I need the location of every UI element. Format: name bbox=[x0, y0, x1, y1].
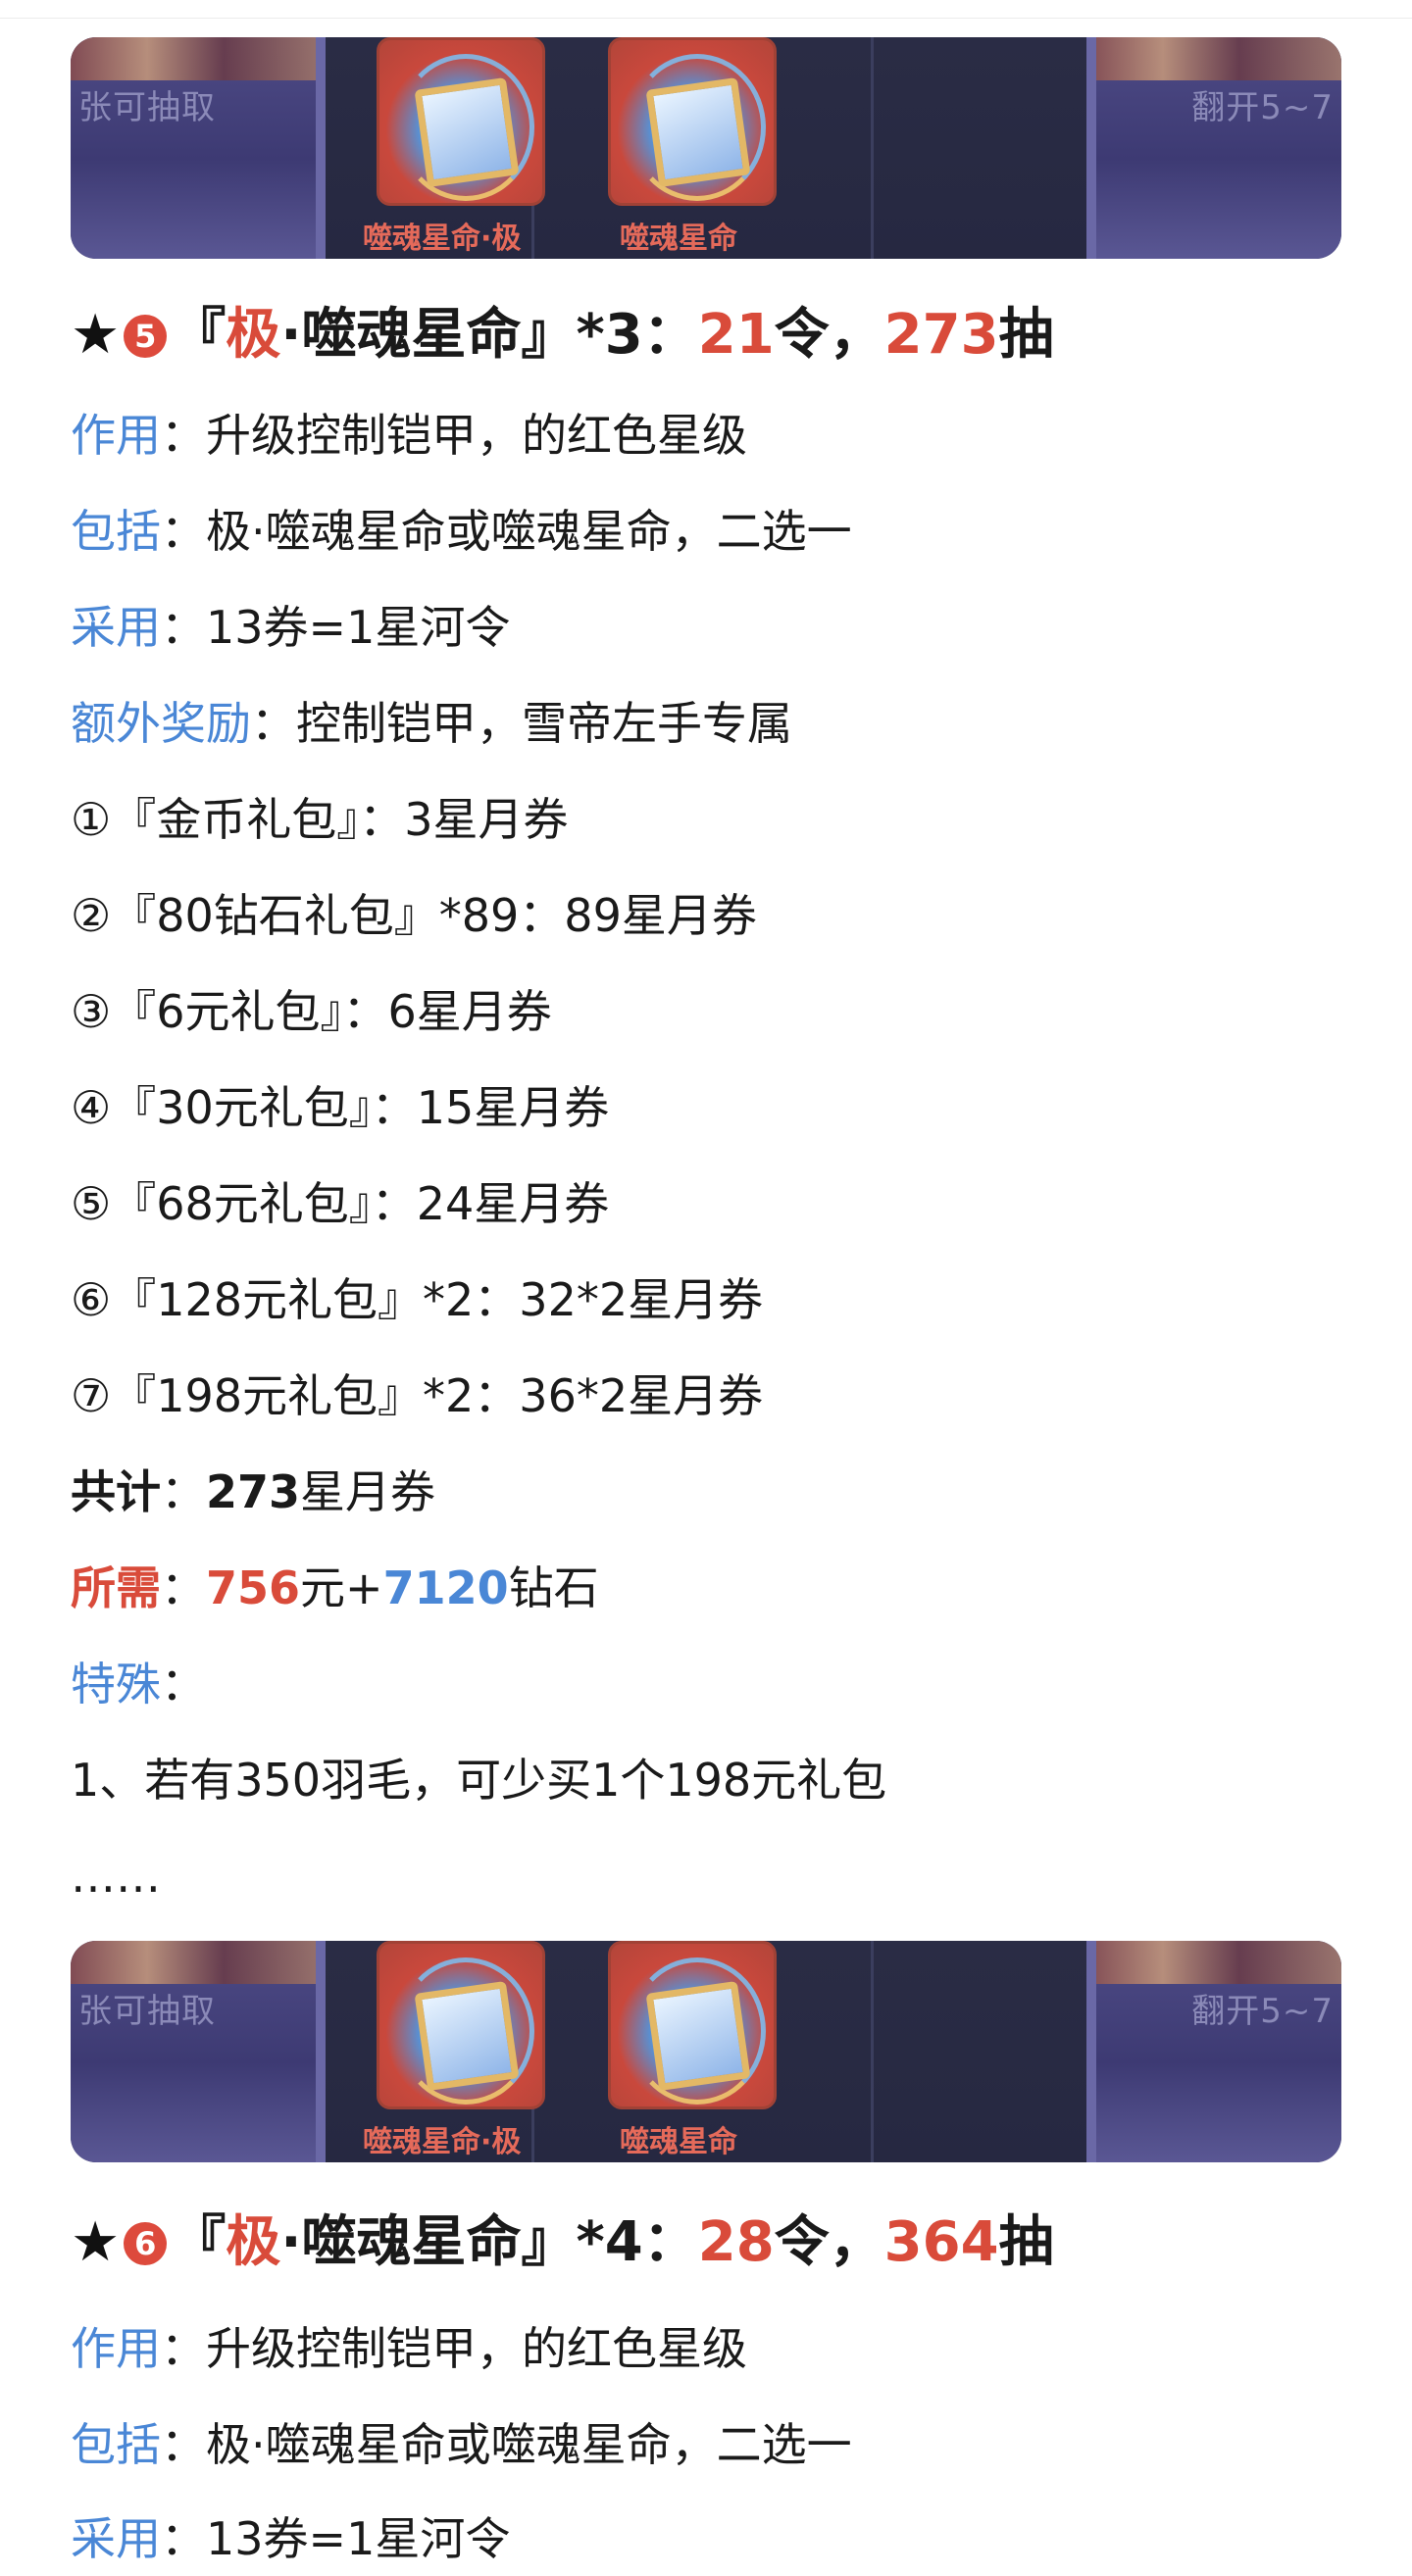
banner-right-caption: 翻开5~7 bbox=[1191, 1992, 1334, 2031]
circled-number-badge: 5 bbox=[124, 315, 168, 358]
effect-line: 作用：升级控制铠甲，的红色星级 bbox=[71, 2319, 747, 2378]
need-label: 所需 bbox=[71, 1561, 161, 1614]
ling-unit: 令， bbox=[774, 303, 884, 367]
card-icon-ji bbox=[377, 37, 545, 206]
effect-text: ：升级控制铠甲，的红色星级 bbox=[161, 2322, 747, 2375]
ling-count: 28 bbox=[697, 2210, 775, 2274]
special-sep: ： bbox=[161, 1658, 206, 1710]
total-value: 273 bbox=[206, 1465, 301, 1518]
include-label: 包括 bbox=[71, 2418, 161, 2471]
bonus-text: ：控制铠甲，雪帝左手专属 bbox=[251, 697, 792, 750]
total-line: 共计：273星月券 bbox=[71, 1462, 435, 1521]
use-line: 采用：13券=1星河令 bbox=[71, 2509, 510, 2568]
card-icon bbox=[608, 37, 777, 206]
card-icon-ji bbox=[377, 1941, 545, 2109]
ling-unit: 令， bbox=[774, 2210, 884, 2274]
card-label: 噬魂星命 bbox=[620, 2125, 737, 2159]
banner-left-caption: 张可抽取 bbox=[78, 1992, 216, 2031]
chou-count: 364 bbox=[883, 2210, 999, 2274]
circled-number-badge: 6 bbox=[124, 2222, 168, 2265]
ling-count: 21 bbox=[697, 303, 775, 367]
special-line: 特殊： bbox=[71, 1655, 206, 1713]
effect-label: 作用 bbox=[71, 2322, 161, 2375]
use-label: 采用 bbox=[71, 601, 161, 654]
section-heading: ★ 5 『极·噬魂星命』*3：21令，273抽 bbox=[71, 301, 1054, 370]
title-rest: ·噬魂星命』*3： bbox=[280, 303, 698, 367]
title-ji: 极 bbox=[226, 303, 281, 367]
special-item: 1、若有350羽毛，可少买1个198元礼包 bbox=[71, 1754, 887, 1807]
need-diamond-unit: 钻石 bbox=[508, 1561, 599, 1614]
chou-count: 273 bbox=[883, 303, 999, 367]
title-ji: 极 bbox=[226, 2210, 281, 2274]
section-heading: ★ 6 『极·噬魂星命』*4：28令，364抽 bbox=[71, 2208, 1054, 2277]
need-diamond: 7120 bbox=[382, 1561, 509, 1614]
card-label-ji: 噬魂星命·极 bbox=[363, 222, 522, 256]
effect-text: ：升级控制铠甲，的红色星级 bbox=[161, 409, 747, 462]
include-text: ：极·噬魂星命或噬魂星命，二选一 bbox=[161, 505, 852, 558]
title-open: 『 bbox=[171, 2210, 227, 2274]
star-icon: ★ bbox=[71, 2210, 121, 2274]
list-item: ②『80钻石礼包』*89：89星月券 bbox=[71, 889, 757, 942]
list-item: ③『6元礼包』：6星月券 bbox=[71, 985, 552, 1038]
include-label: 包括 bbox=[71, 505, 161, 558]
need-yuan-unit: 元+ bbox=[300, 1561, 383, 1614]
list-item: ④『30元礼包』：15星月券 bbox=[71, 1081, 610, 1134]
chou-unit: 抽 bbox=[998, 2210, 1054, 2274]
game-banner-image[interactable]: 张可抽取 翻开5~7 噬魂星命·极 噬魂星命 bbox=[71, 1941, 1341, 2162]
need-sep: ： bbox=[161, 1561, 206, 1614]
title-rest: ·噬魂星命』*4： bbox=[280, 2210, 698, 2274]
effect-line: 作用：升级控制铠甲，的红色星级 bbox=[71, 406, 747, 465]
ellipsis: …… bbox=[71, 1850, 161, 1903]
total-unit: 星月券 bbox=[300, 1465, 436, 1518]
card-label-ji: 噬魂星命·极 bbox=[363, 2125, 522, 2159]
banner-left-panel: 张可抽取 bbox=[71, 37, 326, 259]
banner-right-caption: 翻开5~7 bbox=[1191, 88, 1334, 127]
bonus-line: 额外奖励：控制铠甲，雪帝左手专属 bbox=[71, 694, 792, 753]
list-item: ①『金币礼包』：3星月券 bbox=[71, 793, 569, 846]
list-item: ⑥『128元礼包』*2：32*2星月券 bbox=[71, 1273, 764, 1326]
banner-right-panel: 翻开5~7 bbox=[1086, 37, 1341, 259]
bonus-label: 额外奖励 bbox=[71, 697, 251, 750]
include-line: 包括：极·噬魂星命或噬魂星命，二选一 bbox=[71, 2415, 852, 2474]
chou-unit: 抽 bbox=[998, 303, 1054, 367]
total-label: 共计 bbox=[71, 1465, 161, 1518]
card-label: 噬魂星命 bbox=[620, 222, 737, 256]
use-text: ：13券=1星河令 bbox=[161, 2512, 511, 2565]
include-text: ：极·噬魂星命或噬魂星命，二选一 bbox=[161, 2418, 852, 2471]
top-divider bbox=[0, 18, 1412, 19]
banner-right-panel: 翻开5~7 bbox=[1086, 1941, 1341, 2162]
need-line: 所需：756元+7120钻石 bbox=[71, 1559, 599, 1617]
game-banner-image[interactable]: 张可抽取 翻开5~7 噬魂星命·极 噬魂星命 bbox=[71, 37, 1341, 259]
need-yuan: 756 bbox=[206, 1561, 301, 1614]
card-icon bbox=[608, 1941, 777, 2109]
use-label: 采用 bbox=[71, 2512, 161, 2565]
total-sep: ： bbox=[161, 1465, 206, 1518]
use-line: 采用：13券=1星河令 bbox=[71, 598, 510, 657]
title-open: 『 bbox=[171, 303, 227, 367]
banner-left-panel: 张可抽取 bbox=[71, 1941, 326, 2162]
special-label: 特殊 bbox=[71, 1658, 161, 1710]
star-icon: ★ bbox=[71, 303, 121, 367]
list-item: ⑦『198元礼包』*2：36*2星月券 bbox=[71, 1369, 764, 1422]
list-item: ⑤『68元礼包』：24星月券 bbox=[71, 1177, 610, 1230]
banner-left-caption: 张可抽取 bbox=[78, 88, 216, 127]
include-line: 包括：极·噬魂星命或噬魂星命，二选一 bbox=[71, 502, 852, 561]
use-text: ：13券=1星河令 bbox=[161, 601, 511, 654]
effect-label: 作用 bbox=[71, 409, 161, 462]
